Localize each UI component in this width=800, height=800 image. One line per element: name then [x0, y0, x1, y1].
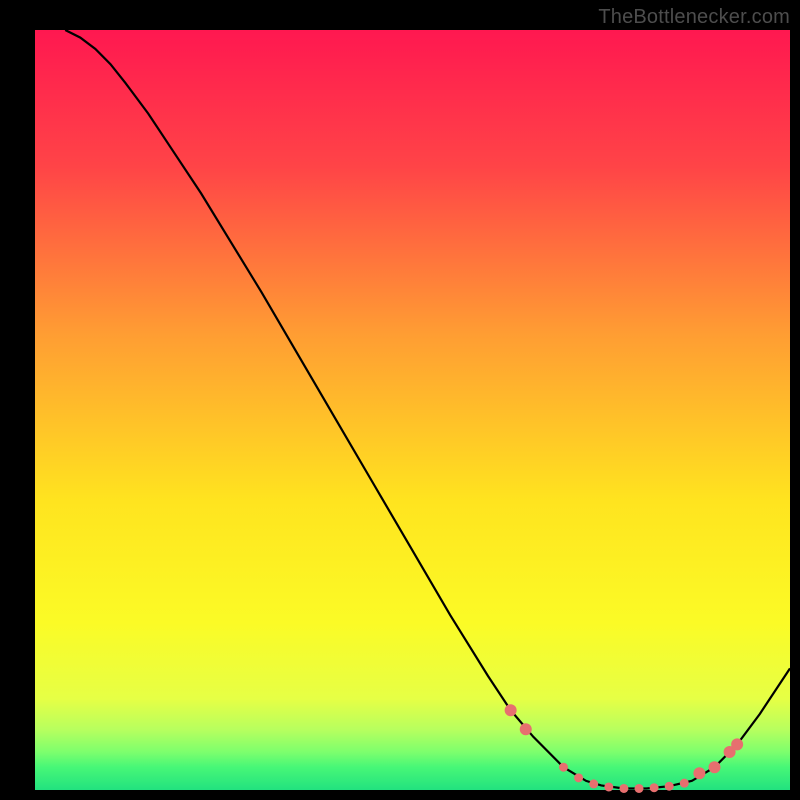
- highlight-point: [520, 723, 532, 735]
- highlight-point: [693, 767, 705, 779]
- highlight-point: [574, 773, 583, 782]
- highlight-point: [709, 761, 721, 773]
- highlight-point: [665, 782, 674, 791]
- highlight-point: [559, 763, 568, 772]
- highlight-point: [619, 784, 628, 793]
- highlight-point: [731, 738, 743, 750]
- bottleneck-chart: TheBottlenecker.com: [0, 0, 800, 800]
- plot-background: [35, 30, 790, 790]
- plot-svg: [0, 0, 800, 800]
- highlight-point: [635, 784, 644, 793]
- highlight-point: [650, 783, 659, 792]
- highlight-point: [604, 782, 613, 791]
- highlight-point: [589, 779, 598, 788]
- highlight-point: [505, 704, 517, 716]
- highlight-point: [680, 779, 689, 788]
